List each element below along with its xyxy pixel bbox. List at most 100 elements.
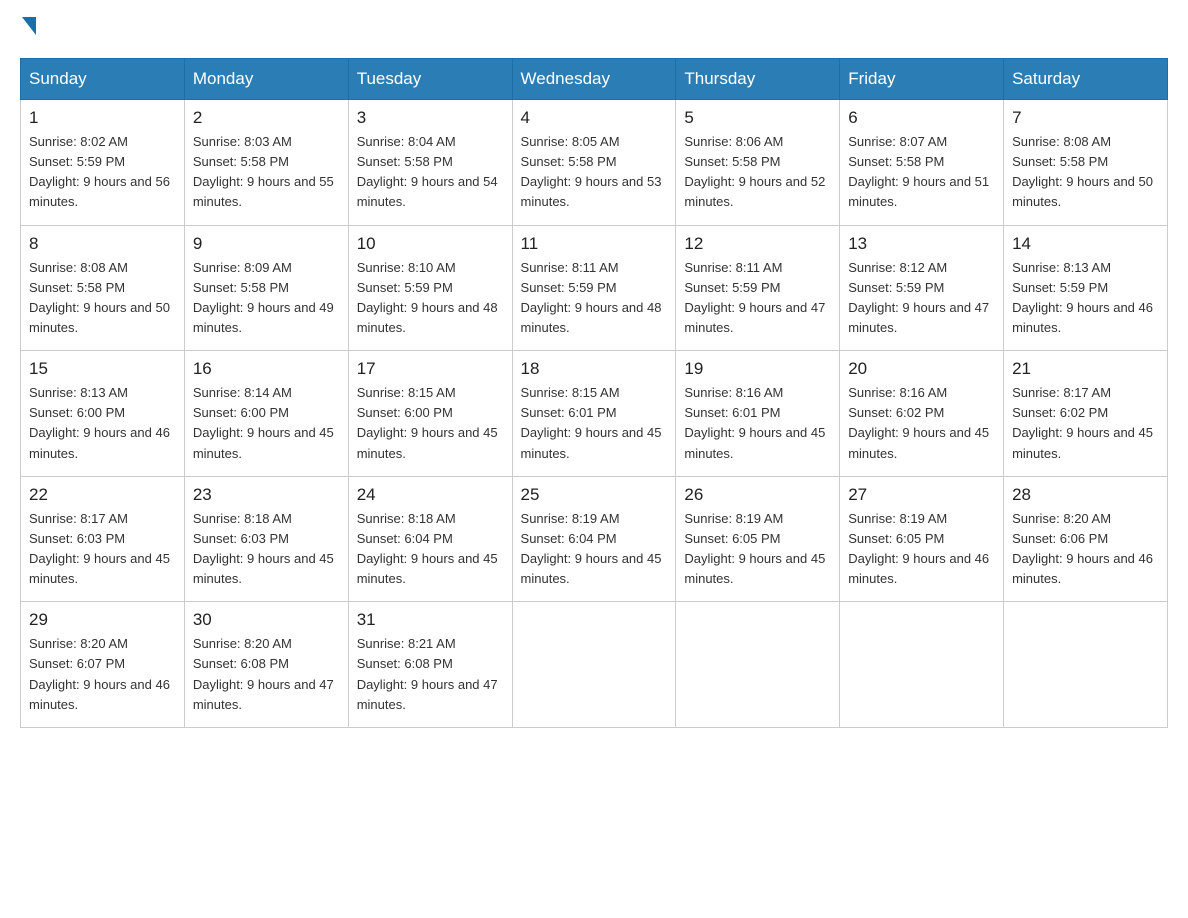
cell-info: Sunrise: 8:11 AMSunset: 5:59 PMDaylight:… bbox=[521, 258, 668, 339]
calendar-cell: 19 Sunrise: 8:16 AMSunset: 6:01 PMDayligh… bbox=[676, 351, 840, 477]
day-number: 19 bbox=[684, 359, 831, 379]
cell-info: Sunrise: 8:19 AMSunset: 6:04 PMDaylight:… bbox=[521, 509, 668, 590]
calendar-header-row: SundayMondayTuesdayWednesdayThursdayFrid… bbox=[21, 59, 1168, 100]
col-header-wednesday: Wednesday bbox=[512, 59, 676, 100]
day-number: 4 bbox=[521, 108, 668, 128]
cell-info: Sunrise: 8:13 AMSunset: 6:00 PMDaylight:… bbox=[29, 383, 176, 464]
calendar-cell: 18 Sunrise: 8:15 AMSunset: 6:01 PMDayligh… bbox=[512, 351, 676, 477]
calendar-cell: 10 Sunrise: 8:10 AMSunset: 5:59 PMDayligh… bbox=[348, 225, 512, 351]
cell-info: Sunrise: 8:04 AMSunset: 5:58 PMDaylight:… bbox=[357, 132, 504, 213]
day-number: 26 bbox=[684, 485, 831, 505]
calendar-cell: 8 Sunrise: 8:08 AMSunset: 5:58 PMDaylight… bbox=[21, 225, 185, 351]
cell-info: Sunrise: 8:08 AMSunset: 5:58 PMDaylight:… bbox=[1012, 132, 1159, 213]
logo-arrow-icon bbox=[22, 17, 36, 35]
day-number: 18 bbox=[521, 359, 668, 379]
day-number: 6 bbox=[848, 108, 995, 128]
day-number: 15 bbox=[29, 359, 176, 379]
calendar-cell: 2Sunrise: 8:03 AMSunset: 5:58 PMDaylight… bbox=[184, 100, 348, 226]
day-number: 17 bbox=[357, 359, 504, 379]
logo bbox=[20, 20, 36, 38]
calendar-cell: 16 Sunrise: 8:14 AMSunset: 6:00 PMDayligh… bbox=[184, 351, 348, 477]
day-number: 10 bbox=[357, 234, 504, 254]
day-number: 1 bbox=[29, 108, 176, 128]
calendar-cell bbox=[1004, 602, 1168, 728]
cell-info: Sunrise: 8:21 AMSunset: 6:08 PMDaylight:… bbox=[357, 634, 504, 715]
calendar-cell: 17 Sunrise: 8:15 AMSunset: 6:00 PMDayligh… bbox=[348, 351, 512, 477]
day-number: 11 bbox=[521, 234, 668, 254]
day-number: 22 bbox=[29, 485, 176, 505]
cell-info: Sunrise: 8:16 AMSunset: 6:02 PMDaylight:… bbox=[848, 383, 995, 464]
calendar-cell: 20 Sunrise: 8:16 AMSunset: 6:02 PMDayligh… bbox=[840, 351, 1004, 477]
calendar-cell: 4 Sunrise: 8:05 AMSunset: 5:58 PMDaylight… bbox=[512, 100, 676, 226]
cell-info: Sunrise: 8:13 AMSunset: 5:59 PMDaylight:… bbox=[1012, 258, 1159, 339]
calendar-cell: 3 Sunrise: 8:04 AMSunset: 5:58 PMDaylight… bbox=[348, 100, 512, 226]
cell-info: Sunrise: 8:15 AMSunset: 6:01 PMDaylight:… bbox=[521, 383, 668, 464]
calendar-cell: 1 Sunrise: 8:02 AMSunset: 5:59 PMDaylight… bbox=[21, 100, 185, 226]
week-row-2: 8 Sunrise: 8:08 AMSunset: 5:58 PMDaylight… bbox=[21, 225, 1168, 351]
day-number: 30 bbox=[193, 610, 340, 630]
week-row-4: 22 Sunrise: 8:17 AMSunset: 6:03 PMDayligh… bbox=[21, 476, 1168, 602]
calendar-cell: 22 Sunrise: 8:17 AMSunset: 6:03 PMDayligh… bbox=[21, 476, 185, 602]
col-header-friday: Friday bbox=[840, 59, 1004, 100]
cell-info: Sunrise: 8:12 AMSunset: 5:59 PMDaylight:… bbox=[848, 258, 995, 339]
calendar-cell: 31 Sunrise: 8:21 AMSunset: 6:08 PMDayligh… bbox=[348, 602, 512, 728]
cell-info: Sunrise: 8:14 AMSunset: 6:00 PMDaylight:… bbox=[193, 383, 340, 464]
day-number: 24 bbox=[357, 485, 504, 505]
cell-info: Sunrise: 8:17 AMSunset: 6:03 PMDaylight:… bbox=[29, 509, 176, 590]
day-number: 31 bbox=[357, 610, 504, 630]
col-header-tuesday: Tuesday bbox=[348, 59, 512, 100]
calendar-cell: 25Sunrise: 8:19 AMSunset: 6:04 PMDayligh… bbox=[512, 476, 676, 602]
cell-info: Sunrise: 8:18 AMSunset: 6:04 PMDaylight:… bbox=[357, 509, 504, 590]
day-number: 16 bbox=[193, 359, 340, 379]
week-row-1: 1 Sunrise: 8:02 AMSunset: 5:59 PMDaylight… bbox=[21, 100, 1168, 226]
calendar-cell: 29 Sunrise: 8:20 AMSunset: 6:07 PMDayligh… bbox=[21, 602, 185, 728]
col-header-thursday: Thursday bbox=[676, 59, 840, 100]
calendar-cell: 15 Sunrise: 8:13 AMSunset: 6:00 PMDayligh… bbox=[21, 351, 185, 477]
day-number: 3 bbox=[357, 108, 504, 128]
day-number: 20 bbox=[848, 359, 995, 379]
cell-info: Sunrise: 8:20 AMSunset: 6:07 PMDaylight:… bbox=[29, 634, 176, 715]
cell-info: Sunrise: 8:17 AMSunset: 6:02 PMDaylight:… bbox=[1012, 383, 1159, 464]
calendar-cell: 27Sunrise: 8:19 AMSunset: 6:05 PMDayligh… bbox=[840, 476, 1004, 602]
cell-info: Sunrise: 8:16 AMSunset: 6:01 PMDaylight:… bbox=[684, 383, 831, 464]
day-number: 7 bbox=[1012, 108, 1159, 128]
cell-info: Sunrise: 8:06 AMSunset: 5:58 PMDaylight:… bbox=[684, 132, 831, 213]
calendar-cell: 26 Sunrise: 8:19 AMSunset: 6:05 PMDayligh… bbox=[676, 476, 840, 602]
col-header-saturday: Saturday bbox=[1004, 59, 1168, 100]
day-number: 8 bbox=[29, 234, 176, 254]
week-row-3: 15 Sunrise: 8:13 AMSunset: 6:00 PMDayligh… bbox=[21, 351, 1168, 477]
cell-info: Sunrise: 8:15 AMSunset: 6:00 PMDaylight:… bbox=[357, 383, 504, 464]
day-number: 14 bbox=[1012, 234, 1159, 254]
cell-info: Sunrise: 8:19 AMSunset: 6:05 PMDaylight:… bbox=[848, 509, 995, 590]
day-number: 29 bbox=[29, 610, 176, 630]
calendar-cell: 5 Sunrise: 8:06 AMSunset: 5:58 PMDaylight… bbox=[676, 100, 840, 226]
calendar-cell: 6Sunrise: 8:07 AMSunset: 5:58 PMDaylight… bbox=[840, 100, 1004, 226]
cell-info: Sunrise: 8:02 AMSunset: 5:59 PMDaylight:… bbox=[29, 132, 176, 213]
cell-info: Sunrise: 8:18 AMSunset: 6:03 PMDaylight:… bbox=[193, 509, 340, 590]
calendar-cell: 28 Sunrise: 8:20 AMSunset: 6:06 PMDayligh… bbox=[1004, 476, 1168, 602]
day-number: 5 bbox=[684, 108, 831, 128]
calendar-cell bbox=[676, 602, 840, 728]
calendar-cell: 11 Sunrise: 8:11 AMSunset: 5:59 PMDayligh… bbox=[512, 225, 676, 351]
cell-info: Sunrise: 8:20 AMSunset: 6:06 PMDaylight:… bbox=[1012, 509, 1159, 590]
cell-info: Sunrise: 8:19 AMSunset: 6:05 PMDaylight:… bbox=[684, 509, 831, 590]
day-number: 28 bbox=[1012, 485, 1159, 505]
cell-info: Sunrise: 8:08 AMSunset: 5:58 PMDaylight:… bbox=[29, 258, 176, 339]
calendar-cell: 7 Sunrise: 8:08 AMSunset: 5:58 PMDaylight… bbox=[1004, 100, 1168, 226]
calendar-cell: 30 Sunrise: 8:20 AMSunset: 6:08 PMDayligh… bbox=[184, 602, 348, 728]
calendar-cell: 14 Sunrise: 8:13 AMSunset: 5:59 PMDayligh… bbox=[1004, 225, 1168, 351]
day-number: 23 bbox=[193, 485, 340, 505]
col-header-monday: Monday bbox=[184, 59, 348, 100]
cell-info: Sunrise: 8:05 AMSunset: 5:58 PMDaylight:… bbox=[521, 132, 668, 213]
calendar-table: SundayMondayTuesdayWednesdayThursdayFrid… bbox=[20, 58, 1168, 728]
day-number: 13 bbox=[848, 234, 995, 254]
cell-info: Sunrise: 8:20 AMSunset: 6:08 PMDaylight:… bbox=[193, 634, 340, 715]
day-number: 21 bbox=[1012, 359, 1159, 379]
calendar-cell: 24 Sunrise: 8:18 AMSunset: 6:04 PMDayligh… bbox=[348, 476, 512, 602]
calendar-cell: 12Sunrise: 8:11 AMSunset: 5:59 PMDayligh… bbox=[676, 225, 840, 351]
calendar-cell bbox=[840, 602, 1004, 728]
cell-info: Sunrise: 8:10 AMSunset: 5:59 PMDaylight:… bbox=[357, 258, 504, 339]
day-number: 9 bbox=[193, 234, 340, 254]
cell-info: Sunrise: 8:09 AMSunset: 5:58 PMDaylight:… bbox=[193, 258, 340, 339]
calendar-cell: 23 Sunrise: 8:18 AMSunset: 6:03 PMDayligh… bbox=[184, 476, 348, 602]
